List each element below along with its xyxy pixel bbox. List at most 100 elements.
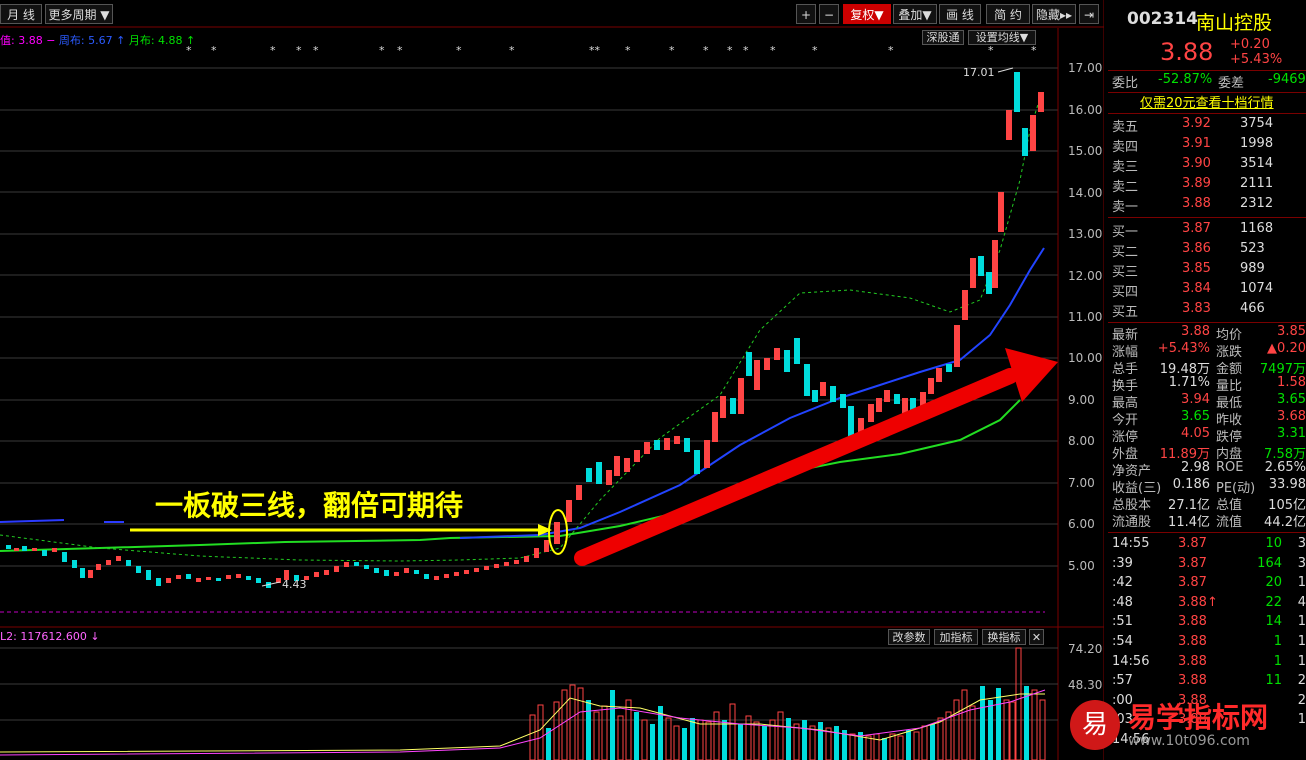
tick-time: :42 [1112,575,1133,591]
tick-count: 4 [1297,594,1306,610]
stat-row: 涨幅 +5.43% 涨跌 ▲0.20 [1106,341,1306,360]
ask-label: 卖三 [1112,160,1139,175]
tick-time: :57 [1112,673,1133,689]
bid-price: 3.84 [1182,281,1211,296]
promo-link[interactable]: 仅需20元查看十档行情 [1140,92,1274,111]
stat-value: 3.65 [1277,392,1306,407]
tick-volume: 22 [1265,594,1282,610]
tick-price: 3.88 [1178,653,1207,669]
tick-volume: 20 [1265,575,1282,591]
stat-value: 3.88 [1181,324,1210,339]
bid-volume: 1074 [1240,281,1274,296]
y-tick: 9.00 [1068,393,1095,407]
y-tick: 10.00 [1068,351,1103,365]
stock-code: 002314 [1127,9,1198,29]
ask-row: 卖一 3.88 2312 [1106,196,1306,216]
bid-row: 买四 3.84 1074 [1106,281,1306,301]
swap-indicator-button[interactable]: 换指标 [982,629,1026,645]
stat-value: 3.65 [1181,409,1210,424]
bid-label: 买一 [1112,225,1139,240]
kline-chart[interactable]: * * * * * * * * * ** * * * * * * * * * * [0,0,1104,760]
stat-value: 0.186 [1172,477,1210,492]
watermark-url: www.10t096.com [1128,733,1250,749]
stat-row: 今开 3.65 昨收 3.68 [1106,409,1306,428]
bid-label: 买三 [1112,265,1139,280]
stat-value: 44.2亿 [1264,515,1306,530]
trend-arrow-shaft [574,368,1018,566]
svg-text:*: * [296,44,302,57]
stat-row: 收益(三) 0.186 PE(动) 33.98 [1106,477,1306,496]
tick-row: :39 3.87 164 3 [1106,556,1306,575]
bid-price: 3.86 [1182,241,1211,256]
bid-label: 买二 [1112,245,1139,260]
svg-text:*: * [313,44,319,57]
svg-text:*: * [211,44,217,57]
y-tick: 6.00 [1068,517,1095,531]
tick-count: 2 [1297,692,1306,708]
y-tick: 8.00 [1068,434,1095,448]
close-indicator-button[interactable]: ✕ [1029,629,1044,645]
weicha-value: -9469 [1268,72,1306,87]
stat-value: 3.94 [1181,392,1210,407]
tick-row: :54 3.88 1 1 [1106,634,1306,653]
svg-text:*: * [397,44,403,57]
tick-time: :54 [1112,634,1133,649]
stat-value: 3.85 [1277,324,1306,339]
y-tick: 16.00 [1068,103,1103,117]
stat-row: 最新 3.88 均价 3.85 [1106,324,1306,343]
tick-time: :48 [1112,594,1133,610]
bid-price: 3.83 [1182,301,1211,316]
y-tick: 7.00 [1068,476,1095,490]
bid-volume: 523 [1240,241,1265,256]
stat-value: 33.98 [1268,477,1306,492]
high-price-label: 17.01 [963,66,995,79]
tick-count: 3 [1297,536,1306,551]
bid-row: 买一 3.87 1168 [1106,221,1306,241]
watermark-logo: 易 [1070,700,1120,750]
volume-value: L2: 117612.600 [0,630,87,643]
tick-volume: 1 [1273,653,1282,669]
tick-count: 1 [1297,614,1306,630]
stat-row: 换手 1.71% 量比 1.58 [1106,375,1306,394]
bid-row: 买三 3.85 989 [1106,261,1306,281]
annotation-text: 一板破三线，翻倍可期待 [155,489,464,522]
ask-volume: 2312 [1240,196,1274,211]
y-tick: 12.00 [1068,269,1103,283]
stat-row: 净资产 2.98 ROE 2.65% [1106,460,1306,479]
change-params-button[interactable]: 改参数 [888,629,930,645]
stat-value: 1.71% [1168,375,1210,390]
bid-label: 买五 [1112,305,1139,320]
ask-price: 3.91 [1182,136,1211,151]
tick-volume: 164 [1257,555,1282,571]
tick-row: :48 3.88↑ 22 4 [1106,595,1306,614]
svg-text:*: * [456,44,462,57]
ask-row: 卖二 3.89 2111 [1106,176,1306,196]
stat-value: 1.58 [1277,375,1306,390]
event-markers: * * * * * * * * * ** * * * * * * * * * * [186,44,1037,57]
stat-value: 3.68 [1277,409,1306,424]
low-price-label: 4.43 [282,578,307,591]
ask-volume: 2111 [1240,176,1274,191]
add-indicator-button[interactable]: 加指标 [934,629,978,645]
tick-row: :51 3.88 14 1 [1106,614,1306,633]
tick-row: 14:56 3.88 1 1 [1106,654,1306,673]
ask-row: 卖四 3.91 1998 [1106,136,1306,156]
stat-value: 2.65% [1264,460,1306,475]
ask-price: 3.90 [1182,156,1211,171]
svg-text:*: * [1031,44,1037,57]
ask-volume: 3514 [1240,156,1274,171]
stock-name: 南山控股 [1196,12,1273,34]
stat-label: 流值 [1216,515,1243,530]
tick-row: :57 3.88 11 2 [1106,673,1306,692]
bid-label: 买四 [1112,285,1139,300]
ask-price: 3.88 [1182,196,1211,211]
tick-count: 1 [1297,634,1306,649]
ask-label: 卖一 [1112,200,1139,215]
tick-price: 3.87 [1178,555,1207,571]
svg-text:*: * [727,44,733,57]
weicha-label: 委差 [1218,76,1245,91]
ask-row: 卖五 3.92 3754 [1106,116,1306,136]
stat-label: ROE [1216,460,1244,475]
y-tick: 5.00 [1068,559,1095,573]
bid-volume: 1168 [1240,221,1274,236]
